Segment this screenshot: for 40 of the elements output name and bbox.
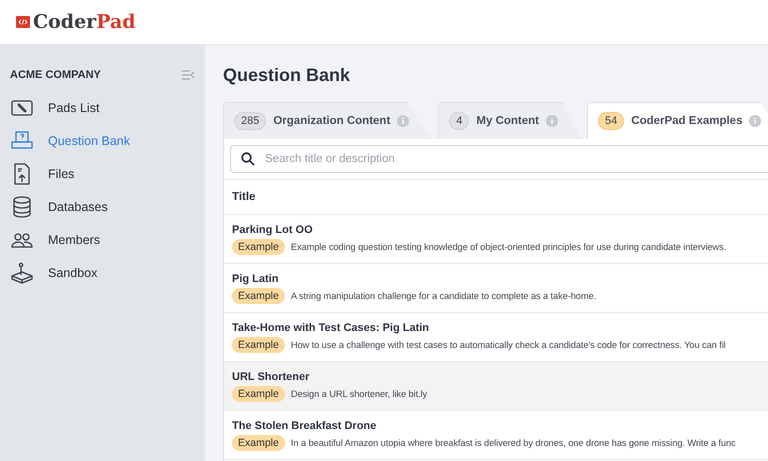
company-name: ACME COMPANY: [10, 69, 101, 81]
sidebar-item[interactable]: Sandbox: [10, 256, 195, 289]
tab[interactable]: 54 CoderPad Examples: [587, 102, 768, 139]
question-row[interactable]: URL Shortener Example Design a URL shortener, like bit.ly: [224, 362, 768, 411]
info-icon: [749, 115, 762, 127]
question-description: A string manipulation challenge for a candidate to complete as a take-home.: [290, 291, 596, 301]
info-icon: [546, 115, 558, 127]
count-badge: 285: [234, 112, 266, 130]
info-icon: [397, 115, 410, 127]
example-tag: Example: [232, 239, 285, 255]
tab[interactable]: 285 Organization Content: [223, 102, 432, 139]
example-tag: Example: [232, 288, 285, 304]
count-badge: 54: [598, 112, 624, 130]
joystick-icon: [10, 260, 34, 284]
tab-label: Organization Content: [273, 115, 390, 127]
question-description: Example coding question testing knowledge of object-oriented principles for use during candidate interviews.: [290, 242, 726, 252]
question-title: Take-Home with Test Cases: Pig Latin: [232, 322, 430, 334]
tab-label: My Content: [476, 115, 540, 127]
question-description: How to use a challenge with test cases to automatically check a candidate's code for correctness. You can fil: [290, 340, 726, 350]
page-title: Question Bank: [223, 65, 352, 86]
sidebar-item[interactable]: Files: [10, 157, 195, 190]
question-description: Design a URL shortener, like bit.ly: [290, 389, 428, 399]
question-description: In a beautiful Amazon utopia where breakfast is delivered by drones, one drone has gone missing. Write a func: [290, 438, 736, 448]
count-badge: 4: [449, 112, 470, 130]
sidebar-item[interactable]: Pads List: [10, 91, 195, 124]
question-title: The Stolen Breakfast Drone: [232, 420, 378, 432]
tab-label: CoderPad Examples: [631, 115, 742, 127]
search-icon: [241, 152, 255, 166]
code-logo-icon: [16, 16, 30, 28]
tab[interactable]: 4 My Content: [438, 102, 582, 139]
example-tag: Example: [232, 435, 285, 451]
sidebar-item[interactable]: Members: [10, 223, 195, 256]
example-tag: Example: [232, 337, 285, 353]
question-title: URL Shortener: [232, 371, 310, 383]
search-field[interactable]: Search title or description: [230, 145, 768, 173]
question-title: Parking Lot OO: [232, 224, 314, 236]
sidebar-item[interactable]: Databases: [10, 190, 195, 223]
collapse-menu-icon[interactable]: [182, 70, 195, 80]
question-title: Pig Latin: [232, 273, 280, 285]
example-tag: Example: [232, 386, 285, 402]
